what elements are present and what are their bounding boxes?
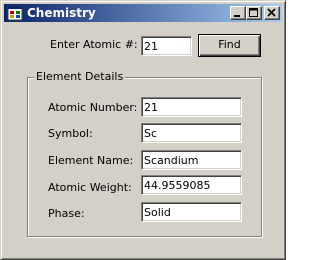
- symbol-field[interactable]: Sc: [141, 123, 242, 143]
- close-icon: [267, 8, 276, 17]
- maximize-button[interactable]: [246, 6, 262, 20]
- atomic-weight-label: Atomic Weight:: [48, 181, 132, 194]
- symbol-label: Symbol:: [48, 127, 93, 140]
- minimize-icon: [234, 15, 240, 17]
- close-button[interactable]: [264, 6, 280, 20]
- phase-field[interactable]: Solid: [141, 202, 242, 222]
- element-name-field[interactable]: Scandium: [141, 150, 242, 170]
- atomic-weight-field[interactable]: 44.9559085: [141, 175, 242, 195]
- title-bar[interactable]: Chemistry: [4, 4, 282, 22]
- atomic-number-search-label: Enter Atomic #:: [50, 38, 138, 51]
- atomic-number-search-input[interactable]: 21: [141, 36, 192, 56]
- atomic-number-label: Atomic Number:: [48, 101, 138, 114]
- app-window: Chemistry Enter Atomic #: 21 Find Elemen…: [0, 0, 286, 260]
- atomic-number-field[interactable]: 21: [141, 97, 242, 117]
- window-title: Chemistry: [27, 6, 96, 20]
- app-icon[interactable]: [7, 5, 23, 21]
- minimize-button[interactable]: [230, 6, 246, 20]
- phase-label: Phase:: [48, 207, 85, 220]
- find-button[interactable]: Find: [198, 34, 261, 57]
- element-details-group-title: Element Details: [34, 70, 126, 84]
- element-name-label: Element Name:: [48, 154, 134, 167]
- maximize-icon: [249, 8, 258, 17]
